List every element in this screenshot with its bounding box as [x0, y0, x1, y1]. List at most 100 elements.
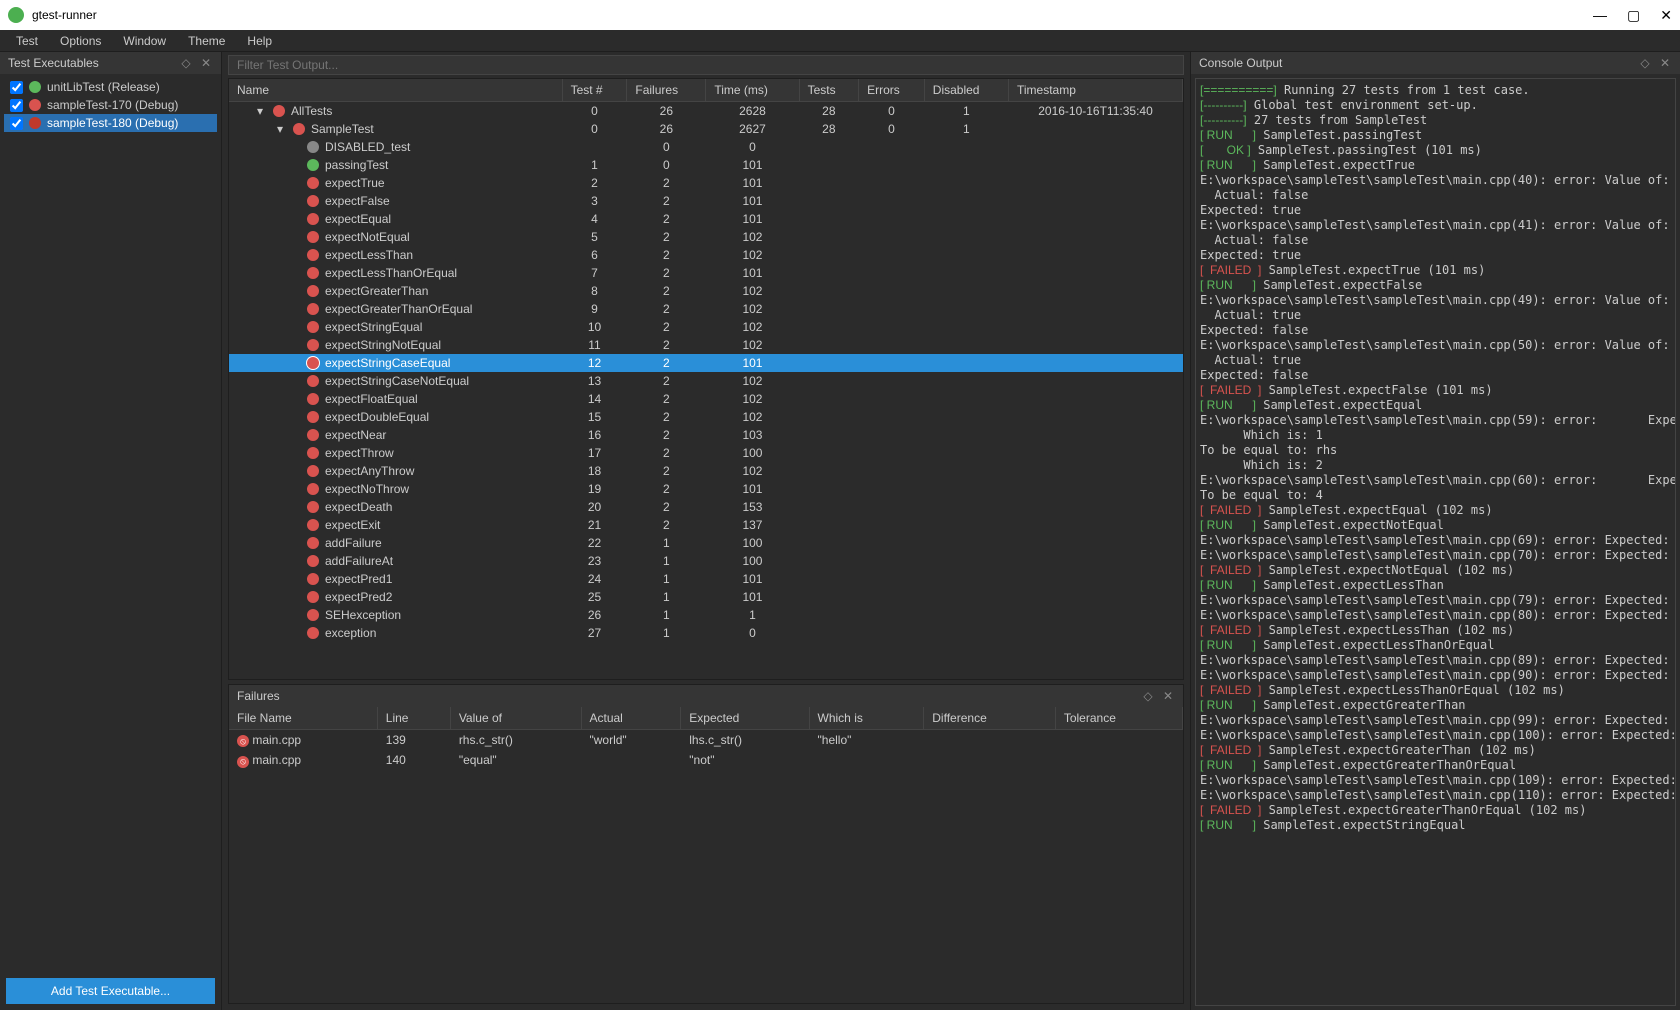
column-header[interactable]: Line [377, 707, 450, 730]
filter-input[interactable] [228, 55, 1184, 75]
console-line: Which is: 1 [1200, 428, 1671, 443]
status-dot-icon [307, 339, 319, 351]
close-panel-icon[interactable]: ✕ [199, 56, 213, 70]
column-header[interactable]: Test # [562, 79, 627, 102]
failures-table-wrap[interactable]: File NameLineValue ofActualExpectedWhich… [229, 707, 1183, 1003]
test-row[interactable]: expectPred2251101 [229, 588, 1183, 606]
add-test-executable-button[interactable]: Add Test Executable... [6, 978, 215, 1004]
test-row[interactable]: expectGreaterThanOrEqual92102 [229, 300, 1183, 318]
executable-checkbox[interactable] [10, 117, 23, 130]
status-dot-icon [307, 501, 319, 513]
test-row[interactable]: expectStringCaseEqual122101 [229, 354, 1183, 372]
minimize-icon[interactable]: — [1593, 7, 1607, 24]
column-header[interactable]: Which is [809, 707, 924, 730]
cell [799, 300, 859, 318]
maximize-icon[interactable]: ▢ [1627, 7, 1640, 24]
console-body[interactable]: [==========] Running 27 tests from 1 tes… [1195, 78, 1676, 1006]
column-header[interactable]: Timestamp [1009, 79, 1183, 102]
column-header[interactable]: Tests [799, 79, 859, 102]
cell [859, 426, 925, 444]
menu-theme[interactable]: Theme [178, 32, 235, 50]
executable-checkbox[interactable] [10, 81, 23, 94]
failure-row[interactable]: ⦸ main.cpp 139 rhs.c_str() "world" lhs.c… [229, 729, 1183, 750]
test-row[interactable]: expectStringCaseNotEqual132102 [229, 372, 1183, 390]
test-name: expectExit [325, 518, 380, 532]
cell [799, 282, 859, 300]
executable-row[interactable]: unitLibTest (Release) [4, 78, 217, 96]
test-row[interactable]: expectDeath202153 [229, 498, 1183, 516]
test-row[interactable]: expectStringNotEqual112102 [229, 336, 1183, 354]
test-name: expectDoubleEqual [325, 410, 429, 424]
test-row[interactable]: addFailure221100 [229, 534, 1183, 552]
menu-test[interactable]: Test [6, 32, 48, 50]
test-row[interactable]: expectNotEqual52102 [229, 228, 1183, 246]
test-row[interactable]: expectPred1241101 [229, 570, 1183, 588]
test-row[interactable]: expectStringEqual102102 [229, 318, 1183, 336]
test-name: expectFalse [325, 194, 390, 208]
test-row[interactable]: expectExit212137 [229, 516, 1183, 534]
test-row[interactable]: expectLessThan62102 [229, 246, 1183, 264]
test-row[interactable]: SEHexception2611 [229, 606, 1183, 624]
chevron-down-icon[interactable]: ▾ [277, 122, 287, 136]
column-header[interactable]: Errors [859, 79, 925, 102]
column-header[interactable]: Value of [450, 707, 581, 730]
menu-help[interactable]: Help [237, 32, 282, 50]
window-buttons: — ▢ ✕ [1593, 7, 1672, 24]
cell: 1 [627, 588, 706, 606]
column-header[interactable]: Tolerance [1055, 707, 1182, 730]
executable-row[interactable]: sampleTest-180 (Debug) [4, 114, 217, 132]
close-panel-icon[interactable]: ✕ [1658, 56, 1672, 70]
column-header[interactable]: Difference [924, 707, 1056, 730]
cell [1009, 372, 1183, 390]
menu-window[interactable]: Window [113, 32, 176, 50]
test-name: expectStringEqual [325, 320, 422, 334]
test-row[interactable]: ▾ AllTests026262828012016-10-16T11:35:40 [229, 102, 1183, 121]
column-header[interactable]: File Name [229, 707, 377, 730]
test-table-wrap[interactable]: NameTest #FailuresTime (ms)TestsErrorsDi… [228, 78, 1184, 680]
column-header[interactable]: Time (ms) [706, 79, 799, 102]
executable-list: unitLibTest (Release) sampleTest-170 (De… [0, 74, 221, 972]
test-row[interactable]: passingTest10101 [229, 156, 1183, 174]
cell: 0 [562, 102, 627, 121]
test-row[interactable]: expectGreaterThan82102 [229, 282, 1183, 300]
test-row[interactable]: exception2710 [229, 624, 1183, 642]
test-row[interactable]: expectAnyThrow182102 [229, 462, 1183, 480]
restore-icon[interactable]: ◇ [1141, 689, 1155, 703]
error-icon: ⦸ [237, 735, 249, 747]
test-row[interactable]: expectThrow172100 [229, 444, 1183, 462]
test-row[interactable]: expectNear162103 [229, 426, 1183, 444]
executable-row[interactable]: sampleTest-170 (Debug) [4, 96, 217, 114]
column-header[interactable]: Name [229, 79, 562, 102]
test-row[interactable]: expectTrue22101 [229, 174, 1183, 192]
test-row[interactable]: DISABLED_test00 [229, 138, 1183, 156]
test-row[interactable]: expectEqual42101 [229, 210, 1183, 228]
column-header[interactable]: Disabled [924, 79, 1008, 102]
test-row[interactable]: addFailureAt231100 [229, 552, 1183, 570]
close-icon[interactable]: ✕ [1660, 7, 1672, 24]
restore-icon[interactable]: ◇ [179, 56, 193, 70]
cell: 2 [627, 192, 706, 210]
test-row[interactable]: expectDoubleEqual152102 [229, 408, 1183, 426]
test-row[interactable]: expectNoThrow192101 [229, 480, 1183, 498]
column-header[interactable]: Expected [681, 707, 809, 730]
column-header[interactable]: Actual [581, 707, 681, 730]
chevron-down-icon[interactable]: ▾ [257, 104, 267, 118]
test-row[interactable]: expectLessThanOrEqual72101 [229, 264, 1183, 282]
test-row[interactable]: expectFalse32101 [229, 192, 1183, 210]
failures-title: Failures [237, 689, 280, 703]
file-name: main.cpp [252, 753, 301, 767]
failure-row[interactable]: ⦸ main.cpp 140 "equal" "not" [229, 750, 1183, 771]
close-panel-icon[interactable]: ✕ [1161, 689, 1175, 703]
cell: 21 [562, 516, 627, 534]
restore-icon[interactable]: ◇ [1638, 56, 1652, 70]
menu-options[interactable]: Options [50, 32, 111, 50]
test-row[interactable]: ▾ SampleTest02626272801 [229, 120, 1183, 138]
console-line: [ RUN ] SampleTest.expectEqual [1200, 398, 1671, 413]
test-name: DISABLED_test [325, 140, 410, 154]
executable-checkbox[interactable] [10, 99, 23, 112]
cell [1009, 552, 1183, 570]
window-title: gtest-runner [32, 8, 1593, 22]
test-row[interactable]: expectFloatEqual142102 [229, 390, 1183, 408]
test-name: AllTests [291, 104, 332, 118]
column-header[interactable]: Failures [627, 79, 706, 102]
